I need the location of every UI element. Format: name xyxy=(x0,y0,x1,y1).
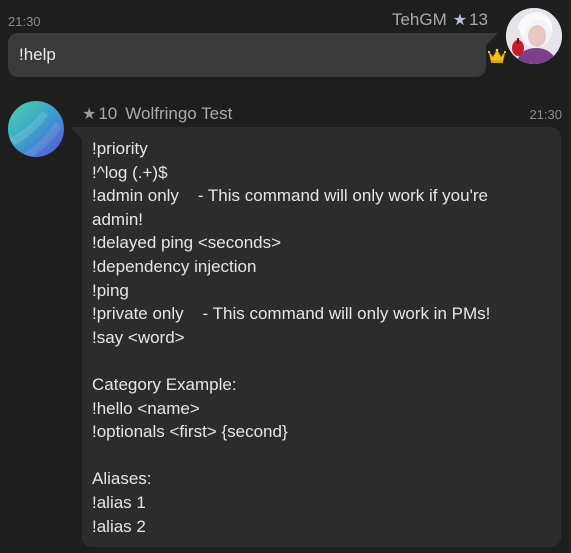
incoming-sender[interactable]: ★ 10 Wolfringo Test xyxy=(82,104,232,124)
bot-avatar-image xyxy=(8,111,62,157)
outgoing-sender-level: 13 xyxy=(469,10,488,29)
message-line: !ping xyxy=(92,280,129,300)
crown-icon xyxy=(488,48,506,63)
avatar[interactable] xyxy=(506,8,562,64)
chat-view: 21:30 TehGM ★ 13 !help ★ 10 Wolfringo Te… xyxy=(0,0,571,553)
message-line: !hello <name> xyxy=(92,398,200,418)
message-line: !^log (.+)$ xyxy=(92,162,168,182)
message-line: !alias 1 xyxy=(92,492,146,512)
message-line: !delayed ping <seconds> xyxy=(92,233,282,253)
outgoing-timestamp: 21:30 xyxy=(8,14,41,29)
message-line: Category Example: xyxy=(92,374,237,394)
incoming-sender-name[interactable]: Wolfringo Test xyxy=(125,104,232,124)
message-line: !say <word> xyxy=(92,327,185,347)
outgoing-message-bubble[interactable]: !help xyxy=(8,33,498,77)
outgoing-sender-name[interactable]: TehGM xyxy=(392,10,447,30)
bot-avatar[interactable] xyxy=(8,101,64,157)
incoming-timestamp: 21:30 xyxy=(529,107,562,122)
outgoing-sender[interactable]: TehGM ★ 13 xyxy=(392,10,488,30)
message-line: !private only - This command will only w… xyxy=(92,304,491,324)
message-line: !priority xyxy=(92,139,148,158)
message-line: admin! xyxy=(92,209,144,229)
message-line: !dependency injection xyxy=(92,256,257,276)
message-line xyxy=(92,349,490,373)
star-icon: ★ xyxy=(452,12,468,29)
message-line: !admin only - This command will only wor… xyxy=(92,186,488,206)
user-avatar-image xyxy=(506,8,562,64)
star-icon: ★ xyxy=(82,106,97,123)
incoming-message-body: !priority !^log (.+)$ !admin only - This… xyxy=(92,137,490,538)
incoming-message-bubble[interactable]: !priority !^log (.+)$ !admin only - This… xyxy=(70,127,561,547)
message-line: !alias 2 xyxy=(92,516,146,536)
outgoing-message-text: !help xyxy=(19,45,56,64)
message-line: Aliases: xyxy=(92,469,152,489)
message-line: !optionals <first> {second} xyxy=(92,422,288,442)
incoming-sender-level: 10 xyxy=(98,104,118,123)
message-line xyxy=(92,444,490,468)
